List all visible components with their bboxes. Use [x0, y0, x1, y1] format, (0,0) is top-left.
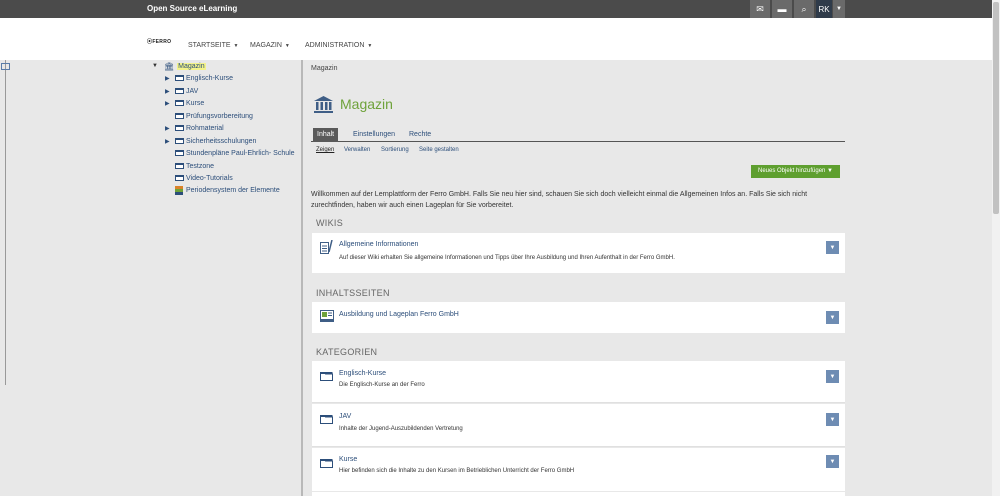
folder-icon [175, 88, 184, 94]
folder-icon [175, 150, 184, 156]
add-new-object-button[interactable]: Neues Objekt hinzufügen ▼ [751, 165, 840, 178]
actions-dropdown-button[interactable]: ▼ [826, 413, 839, 426]
folder-icon [175, 75, 184, 81]
item-description: Die Englisch-Kurse an der Ferro [339, 382, 425, 388]
user-menu-caret-icon[interactable]: ▼ [833, 0, 845, 18]
item-title-link[interactable]: Ausbildung und Lageplan Ferro GmbH [339, 311, 459, 318]
expand-arrow-icon[interactable]: ▶ [165, 138, 175, 145]
expand-arrow-icon[interactable]: ▼ [152, 63, 160, 69]
caret-down-icon: ▼ [284, 43, 290, 49]
folder-icon [175, 100, 184, 106]
header: ⦿FERRO STARTSEITE ▼ MAGAZIN ▼ ADMINISTRATI… [0, 18, 992, 60]
search-icon[interactable]: ⌕ [794, 0, 814, 18]
tab-inhalt[interactable]: Inhalt [313, 128, 339, 142]
subtab-verwalten[interactable]: Verwalten [344, 147, 370, 153]
folder-icon [175, 125, 184, 131]
actions-dropdown-button[interactable]: ▼ [826, 311, 839, 324]
scrollbar-thumb[interactable] [993, 2, 999, 214]
list-item: Englisch-Kurse Die Englisch-Kurse an der… [312, 361, 845, 403]
repository-icon [314, 96, 333, 113]
nav-startseite[interactable]: STARTSEITE ▼ [188, 42, 238, 49]
expand-arrow-icon[interactable]: ▶ [165, 100, 175, 107]
folder-icon [175, 138, 184, 144]
expand-arrow-icon[interactable]: ▶ [165, 88, 175, 95]
tab-bar: Inhalt Einstellungen Rechte [311, 128, 845, 142]
logo[interactable]: ⦿FERRO [147, 38, 171, 45]
caret-down-icon: ▼ [829, 373, 836, 380]
folder-icon [175, 113, 184, 119]
repository-icon: 🏛 [164, 61, 175, 71]
nav-magazin[interactable]: MAGAZIN ▼ [250, 42, 290, 49]
tree-item-periodensystem[interactable]: Periodensystem der Elemente [175, 184, 280, 196]
list-item: JAV Inhalte der Jugend-Auszubildenden Ve… [312, 404, 845, 447]
item-description: Hier befinden sich die Inhalte zu den Ku… [339, 468, 575, 474]
caret-down-icon: ▼ [829, 244, 836, 251]
actions-dropdown-button[interactable]: ▼ [826, 241, 839, 254]
list-item [312, 492, 845, 496]
list-item: Kurse Hier befinden sich die Inhalte zu … [312, 448, 845, 491]
expand-arrow-icon[interactable]: ▶ [165, 125, 175, 132]
content-page-icon [320, 310, 334, 322]
breadcrumb[interactable]: Magazin [311, 65, 337, 72]
caret-down-icon: ▼ [233, 43, 239, 49]
tab-rechte[interactable]: Rechte [405, 128, 435, 142]
section-heading-kategorien: KATEGORIEN [316, 347, 378, 357]
main-content: Magazin Magazin Inhalt Einstellungen Rec… [304, 60, 854, 496]
tree-item-jav[interactable]: ▶ JAV [165, 85, 198, 97]
tree-item-englisch-kurse[interactable]: ▶ Englisch-Kurse [165, 72, 233, 84]
tree-item-sicherheitsschulungen[interactable]: ▶ Sicherheitsschulungen [165, 135, 256, 147]
actions-dropdown-button[interactable]: ▼ [826, 370, 839, 383]
section-heading-wikis: WIKIS [316, 218, 344, 228]
caret-down-icon: ▼ [829, 416, 836, 423]
folder-icon [320, 459, 333, 468]
chat-icon[interactable]: ▬ [772, 0, 792, 18]
page-title: Magazin [340, 96, 393, 112]
tree-item-kurse[interactable]: ▶ Kurse [165, 97, 204, 109]
item-title-link[interactable]: Allgemeine Informationen [339, 241, 418, 248]
item-title-link[interactable]: JAV [339, 413, 351, 420]
learning-module-icon [175, 185, 183, 195]
subtab-seite-gestalten[interactable]: Seite gestalten [419, 147, 459, 153]
caret-down-icon: ▼ [829, 314, 836, 321]
folder-icon [320, 372, 333, 381]
folder-icon [175, 175, 184, 181]
section-heading-inhaltsseiten: INHALTSSEITEN [316, 288, 390, 298]
item-title-link[interactable]: Kurse [339, 456, 357, 463]
tree-item-video-tutorials[interactable]: Video-Tutorials [175, 172, 233, 184]
subtab-zeigen[interactable]: Zeigen [316, 147, 334, 153]
list-item: Allgemeine Informationen Auf dieser Wiki… [312, 233, 845, 273]
actions-dropdown-button[interactable]: ▼ [826, 455, 839, 468]
item-description: Auf dieser Wiki erhalten Sie allgemeine … [339, 255, 675, 261]
caret-down-icon: ▼ [367, 43, 373, 49]
tree-item-pruefungsvorbereitung[interactable]: Prüfungsvorbereitung [175, 110, 253, 122]
nav-administration[interactable]: ADMINISTRATION ▼ [305, 42, 372, 49]
user-avatar[interactable]: RK [816, 0, 832, 18]
tree-item-testzone[interactable]: Testzone [175, 160, 214, 172]
expand-arrow-icon[interactable]: ▶ [165, 75, 175, 82]
tree-item-stundenplaene[interactable]: Stundenpläne Paul-Ehrlich- Schule [175, 147, 295, 159]
welcome-text: Willkommen auf der Lernplattform der Fer… [311, 191, 808, 209]
caret-down-icon: ▼ [827, 168, 833, 174]
wiki-icon [320, 240, 333, 254]
tree-divider[interactable] [301, 60, 303, 496]
list-item: Ausbildung und Lageplan Ferro GmbH ▼ [312, 302, 845, 333]
caret-down-icon: ▼ [829, 458, 836, 465]
book-icon[interactable] [1, 63, 10, 70]
tree-item-rohmaterial[interactable]: ▶ Rohmaterial [165, 122, 224, 134]
brand-title[interactable]: Open Source eLearning [147, 4, 237, 13]
folder-icon [175, 163, 184, 169]
item-description: Inhalte der Jugend-Auszubildenden Vertre… [339, 426, 463, 432]
folder-icon [320, 415, 333, 424]
subtab-sortierung[interactable]: Sortierung [381, 147, 409, 153]
tab-einstellungen[interactable]: Einstellungen [349, 128, 399, 142]
left-rail [0, 60, 6, 385]
tree-root-magazin[interactable]: ▼ 🏛 Magazin [152, 60, 206, 72]
item-title-link[interactable]: Englisch-Kurse [339, 370, 386, 377]
mail-icon[interactable]: ✉ [750, 0, 770, 18]
